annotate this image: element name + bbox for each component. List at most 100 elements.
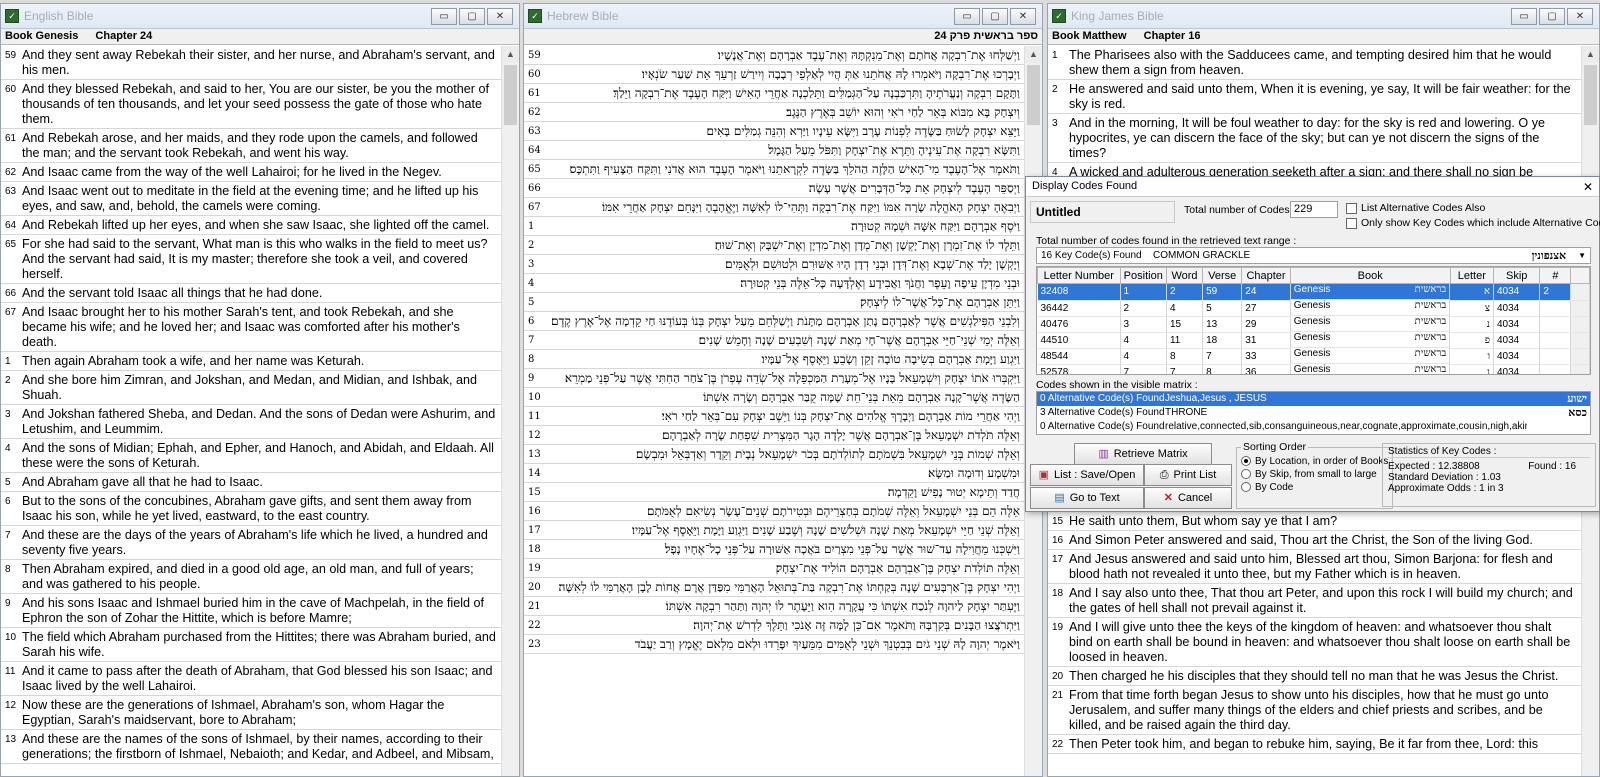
verse-row[interactable]: 3 And in the morning, It will be foul wea… bbox=[1048, 114, 1581, 163]
verse-row[interactable]: 11 וַיְהִי אַחֲרֵי מוֹת אַבְרָהָם וַיְבָר… bbox=[524, 407, 1024, 426]
verse-row[interactable]: 14 וּמִשְׁמָע וְדוּמָה וּמַשָּׂא׃ bbox=[524, 464, 1024, 483]
close-icon[interactable]: ✕ bbox=[1583, 180, 1593, 194]
column-header[interactable]: Verse bbox=[1202, 267, 1243, 284]
scroll-thumb[interactable] bbox=[1027, 65, 1040, 125]
column-header[interactable]: # bbox=[1539, 267, 1572, 284]
verse-row[interactable]: 62 And Isaac came from the way of the wel… bbox=[1, 163, 501, 182]
verse-row[interactable]: 19 וְאֵלֶּה תּוֹלְדֹת יִצְחָק בֶּן־אַבְרָ… bbox=[524, 559, 1024, 578]
cancel-button[interactable]: ✕ Cancel bbox=[1144, 487, 1232, 509]
verse-row[interactable]: 59 And they sent away Rebekah their siste… bbox=[1, 46, 501, 80]
column-header[interactable]: Skip bbox=[1492, 267, 1541, 284]
verse-row[interactable]: 10 The field which Abraham purchased from… bbox=[1, 628, 501, 662]
verse-row[interactable]: 23 וַיֹּאמֶר יְהוָה לָהּ שְׁנֵי גֹיִם בְּ… bbox=[524, 635, 1024, 654]
dialog-titlebar[interactable]: Display Codes Found ✕ bbox=[1026, 177, 1599, 197]
verse-row[interactable]: 22 וַיִּתְרֹצֲצוּ הַבָּנִים בְּקִרְבָּהּ … bbox=[524, 616, 1024, 635]
verse-row[interactable]: 1 The Pharisees also with the Sadducees c… bbox=[1048, 46, 1581, 80]
verse-row[interactable]: 13 And these are the names of the sons of… bbox=[1, 730, 501, 764]
alt-code-row[interactable]: 0 Alternative Code(s) Found relative,conn… bbox=[1037, 420, 1590, 434]
verse-row[interactable]: 9 וַיִּקְבְּרוּ אֹתוֹ יִצְחָק וְיִשְׁמָעֵ… bbox=[524, 369, 1024, 388]
verse-row[interactable]: 64 וַתִּשָּׂא רִבְקָה אֶת־עֵינֶיהָ וַתֵּר… bbox=[524, 141, 1024, 160]
verse-row[interactable]: 13 וְאֵלֶּה שְׁמוֹת בְּנֵי יִשְׁמָעֵאל בִ… bbox=[524, 445, 1024, 464]
table-row[interactable]: 52578 7 7 8 36 Genesis בראשית נ 4034 bbox=[1037, 364, 1590, 374]
verse-row[interactable]: 17 וְאֵלֶּה שְׁנֵי חַיֵּי יִשְׁמָעֵאל מְא… bbox=[524, 521, 1024, 540]
column-header[interactable]: Word bbox=[1165, 267, 1204, 284]
verse-list[interactable]: 59 וַיְשַׁלְּחוּ אֶת־רִבְקָה אֲחֹתָם וְאֶ… bbox=[524, 46, 1024, 776]
verse-row[interactable]: 19 And I will give unto thee the keys of … bbox=[1048, 618, 1581, 667]
column-header[interactable]: Book bbox=[1289, 267, 1451, 284]
verse-row[interactable]: 8 Then Abraham expired, and died in a goo… bbox=[1, 560, 501, 594]
verse-row[interactable]: 7 וְאֵלֶּה יְמֵי שְׁנֵי־חַיֵּי אַבְרָהָם … bbox=[524, 331, 1024, 350]
verse-row[interactable]: 9 And his sons Isaac and Ishmael buried h… bbox=[1, 594, 501, 628]
maximize-button[interactable]: ▢ bbox=[1539, 7, 1565, 25]
verse-row[interactable]: 21 From that time forth began Jesus to sh… bbox=[1048, 686, 1581, 735]
verse-row[interactable]: 2 He answered and said unto them, When it… bbox=[1048, 80, 1581, 114]
verse-row[interactable]: 18 וַיִּשְׁכְּנוּ מֵחֲוִילָה עַד־שׁוּר אֲ… bbox=[524, 540, 1024, 559]
verse-row[interactable]: 12 וְאֵלֶּה תֹּלְדֹת יִשְׁמָעֵאל בֶּן־אַב… bbox=[524, 426, 1024, 445]
verse-row[interactable]: 11 And it came to pass after the death of… bbox=[1, 662, 501, 696]
verse-list-top[interactable]: 1 The Pharisees also with the Sadducees c… bbox=[1048, 46, 1581, 180]
codes-table[interactable]: Letter Number Position Word Verse Chapter Boo… bbox=[1036, 266, 1591, 375]
print-list-button[interactable]: ⎙ Print List bbox=[1144, 464, 1232, 486]
list-alt-codes-checkbox[interactable]: List Alternative Codes Also bbox=[1346, 202, 1485, 214]
table-row[interactable]: 48544 4 8 7 33 Genesis בראשית ו 4034 bbox=[1037, 348, 1590, 365]
list-save-open-button[interactable]: ▣ List : Save/Open bbox=[1030, 464, 1144, 486]
total-codes-field[interactable]: 229 bbox=[1290, 201, 1338, 218]
english-titlebar[interactable]: ✓ English Bible ▭ ▢ ✕ bbox=[1, 4, 519, 29]
minimize-button[interactable]: ▭ bbox=[431, 7, 457, 25]
verse-row[interactable]: 67 וַיְבִאֶהָ יִצְחָק הָאֹהֱלָה שָׂרָה אִ… bbox=[524, 198, 1024, 217]
retrieve-matrix-button[interactable]: ▥ Retrieve Matrix bbox=[1074, 443, 1212, 465]
sort-option-location[interactable]: By Location, in order of Books bbox=[1241, 455, 1388, 468]
maximize-button[interactable]: ▢ bbox=[982, 7, 1008, 25]
column-header[interactable]: Letter Number bbox=[1037, 267, 1121, 284]
verse-row[interactable]: 22 Then Peter took him, and began to rebu… bbox=[1048, 735, 1581, 754]
verse-row[interactable]: 5 And Abraham gave all that he had to Isa… bbox=[1, 473, 501, 492]
table-row[interactable]: 36442 2 4 5 27 Genesis בראשית צ 4034 bbox=[1037, 300, 1590, 317]
column-header[interactable]: Chapter bbox=[1241, 267, 1291, 284]
verse-row[interactable]: 62 וְיִצְחָק בָּא מִבּוֹא בְּאֵר לַחַי רֹ… bbox=[524, 103, 1024, 122]
verse-row[interactable]: 20 וַיְהִי יִצְחָק בֶּן־אַרְבָּעִים שָׁנָ… bbox=[524, 578, 1024, 597]
verse-row[interactable]: 8 וַיִּגְוַע וַיָּמָת אַבְרָהָם בְּשֵׂיבָ… bbox=[524, 350, 1024, 369]
scroll-up-arrow[interactable]: ▲ bbox=[1025, 46, 1042, 63]
verse-row[interactable]: 66 וַיְסַפֵּר הָעֶבֶד לְיִצְחָק אֵת כָּל־… bbox=[524, 179, 1024, 198]
kjv-titlebar[interactable]: ✓ King James Bible ▭ ▢ ✕ bbox=[1048, 4, 1599, 29]
vertical-scrollbar[interactable]: ▲ bbox=[501, 46, 519, 776]
verse-row[interactable]: 66 And the servant told Isaac all things … bbox=[1, 284, 501, 303]
verse-row[interactable]: 4 וּבְנֵי מִדְיָן עֵיפָה וָעֵפֶר וַחֲנֹךְ… bbox=[524, 274, 1024, 293]
verse-row[interactable]: 60 וַיְבָרְכוּ אֶת־רִבְקָה וַיֹּאמְרוּ לָ… bbox=[524, 65, 1024, 84]
close-button[interactable]: ✕ bbox=[1010, 7, 1036, 25]
verse-list[interactable]: 59 And they sent away Rebekah their siste… bbox=[1, 46, 501, 776]
verse-row[interactable]: 6 וְלִבְנֵי הַפִּילַגְשִׁים אֲשֶׁר לְאַבְ… bbox=[524, 312, 1024, 331]
verse-row[interactable]: 15 חֲדַד וְתֵימָא יְטוּר נָפִישׁ וָקֵדְמָ… bbox=[524, 483, 1024, 502]
verse-row[interactable]: 65 וַתֹּאמֶר אֶל־הָעֶבֶד מִי־הָאִישׁ הַלָ… bbox=[524, 160, 1024, 179]
verse-row[interactable]: 2 And she bore him Zimran, and Jokshan, a… bbox=[1, 371, 501, 405]
table-row[interactable]: 40476 3 15 13 29 Genesis בראשית נ 4034 bbox=[1037, 316, 1590, 333]
table-row[interactable]: 44510 4 11 18 31 Genesis בראשית פ 4034 bbox=[1037, 332, 1590, 349]
minimize-button[interactable]: ▭ bbox=[954, 7, 980, 25]
verse-row[interactable]: 6 But to the sons of the concubines, Abra… bbox=[1, 492, 501, 526]
close-button[interactable]: ✕ bbox=[487, 7, 513, 25]
only-key-codes-checkbox[interactable]: Only show Key Codes which include Altern… bbox=[1346, 217, 1600, 229]
alt-code-row[interactable]: 0 Alternative Code(s) Found Jeshua,Jesus … bbox=[1037, 392, 1590, 406]
verse-row[interactable]: 64 And Rebekah lifted up her eyes, and wh… bbox=[1, 216, 501, 235]
go-to-text-button[interactable]: ▤ Go to Text bbox=[1030, 487, 1144, 509]
verse-row[interactable]: 2 וַתֵּלֶד לוֹ אֶת־זִמְרָן וְאֶת־יָקְשָׁן… bbox=[524, 236, 1024, 255]
verse-row[interactable]: 60 And they blessed Rebekah, and said to … bbox=[1, 80, 501, 129]
column-header[interactable]: Letter bbox=[1449, 267, 1495, 284]
verse-row[interactable]: 18 And I say also unto thee, That thou ar… bbox=[1048, 584, 1581, 618]
maximize-button[interactable]: ▢ bbox=[459, 7, 485, 25]
hebrew-titlebar[interactable]: ✓ Hebrew Bible ▭ ▢ ✕ bbox=[524, 4, 1042, 29]
verse-row[interactable]: 15 He saith unto them, But whom say ye th… bbox=[1048, 512, 1581, 531]
key-code-select[interactable]: 16 Key Code(s) Found COMMON GRACKLE אצנפ… bbox=[1036, 247, 1591, 264]
scroll-thumb[interactable] bbox=[1584, 65, 1597, 125]
verse-row[interactable]: 5 וַיִּתֵּן אַבְרָהָם אֶת־כָּל־אֲשֶׁר־לוֹ… bbox=[524, 293, 1024, 312]
verse-row[interactable]: 61 And Rebekah arose, and her maids, and … bbox=[1, 129, 501, 163]
verse-row[interactable]: 21 וַיֶּעְתַּר יִצְחָק לַיהוָה לְנֹכַח אִ… bbox=[524, 597, 1024, 616]
verse-row[interactable]: 12 Now these are the generations of Ishma… bbox=[1, 696, 501, 730]
verse-row[interactable]: 59 וַיְשַׁלְּחוּ אֶת־רִבְקָה אֲחֹתָם וְאֶ… bbox=[524, 46, 1024, 65]
scroll-up-arrow[interactable]: ▲ bbox=[502, 46, 519, 63]
scroll-thumb[interactable] bbox=[504, 65, 517, 125]
verse-list-bottom[interactable]: 15 He saith unto them, But whom say ye th… bbox=[1048, 512, 1581, 776]
verse-row[interactable]: 3 And Jokshan fathered Sheba, and Dedan. … bbox=[1, 405, 501, 439]
table-row[interactable]: 32408 1 2 59 24 Genesis בראשית א 4034 2 bbox=[1037, 283, 1590, 301]
sort-option-code[interactable]: By Code bbox=[1241, 481, 1388, 494]
